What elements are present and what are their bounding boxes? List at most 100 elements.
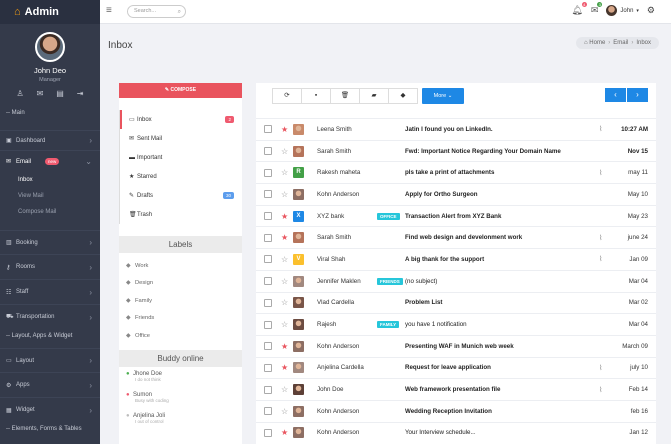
email-row[interactable]: ★ X XYZ bank OFFICE Transaction Alert from X…: [256, 204, 656, 227]
sidebar-item-email[interactable]: ✉ Email new ⌄: [0, 151, 100, 172]
email-row[interactable]: ☆ Sarah Smith Fwd: Important Notice Regard…: [256, 139, 656, 162]
user-icon[interactable]: ♙: [16, 89, 23, 98]
mail-icon[interactable]: ✉: [37, 89, 44, 98]
email-row[interactable]: ☆ Jennifer Maklen FRIENDS (no subject) Mar 0…: [256, 269, 656, 292]
sidebar-item-dashboard[interactable]: ▣ Dashboard ›: [0, 130, 100, 151]
sidebar-item-apps[interactable]: ⚙ Apps ›: [0, 373, 100, 398]
select-checkbox[interactable]: [264, 298, 272, 307]
tag-icon: ◆: [126, 262, 131, 269]
email-row[interactable]: ★ Leena Smith Jatin I found you on LinkedI…: [256, 118, 656, 140]
star-icon[interactable]: ☆: [281, 190, 293, 199]
select-checkbox[interactable]: [264, 428, 272, 437]
sidebar-item-booking[interactable]: ▥ Booking ›: [0, 231, 100, 255]
folder-important[interactable]: ▬ Important: [120, 148, 242, 167]
chat-icon[interactable]: ▤: [56, 89, 64, 98]
sidebar-item-transportation[interactable]: ⛟ Transportation ›: [0, 305, 100, 329]
select-checkbox[interactable]: [264, 147, 272, 156]
folder-starred[interactable]: ★ Starred: [120, 167, 242, 186]
brand[interactable]: ⌂ Admin: [0, 0, 100, 24]
email-row[interactable]: ☆ Rajesh FAMILY you have 1 notification Mar …: [256, 313, 656, 335]
label-work[interactable]: ◆ Work: [119, 257, 242, 275]
select-checkbox[interactable]: [264, 320, 272, 329]
sidebar-item-label: Dashboard: [16, 137, 46, 144]
email-row[interactable]: ☆ Kohn Anderson Wedding Reception Invitati…: [256, 399, 656, 422]
label-family[interactable]: ◆ Family: [119, 292, 242, 310]
select-checkbox[interactable]: [264, 363, 272, 372]
delete-button[interactable]: 🗑︎: [330, 88, 360, 104]
sidebar-item-layout[interactable]: ▭ Layout ›: [0, 349, 100, 373]
star-icon[interactable]: ★: [281, 428, 293, 437]
compose-button[interactable]: ✎ COMPOSE: [119, 83, 242, 98]
logout-icon[interactable]: ⇥: [77, 89, 84, 98]
sidebar-subitem-view-mail[interactable]: View Mail: [0, 188, 100, 204]
mail-icon[interactable]: ✉ 3: [591, 2, 603, 16]
star-icon[interactable]: ★: [281, 125, 293, 134]
more-dropdown-button[interactable]: More ⌄: [422, 88, 464, 104]
breadcrumb-home[interactable]: Home: [589, 40, 605, 46]
email-row[interactable]: ☆ Vlad Cardella Problem List Mar 02: [256, 291, 656, 314]
buddy-item[interactable]: ● Jhone Doe I do not think: [119, 367, 242, 388]
folder-drafts[interactable]: ✎ Drafts 30: [120, 186, 242, 205]
star-icon[interactable]: ☆: [281, 320, 293, 329]
select-checkbox[interactable]: [264, 342, 272, 351]
select-checkbox[interactable]: [264, 125, 272, 134]
tag-button[interactable]: ◆: [388, 88, 418, 104]
select-checkbox[interactable]: [264, 407, 272, 416]
email-row[interactable]: ★ Anjelina Cardella Request for leave appl…: [256, 356, 656, 379]
star-icon[interactable]: ★: [281, 233, 293, 242]
move-folder-button[interactable]: ▰: [359, 88, 389, 104]
folder-inbox[interactable]: ▭ Inbox 2: [120, 110, 242, 129]
email-row[interactable]: ☆ R Rakesh maheta pls take a print of attac…: [256, 161, 656, 183]
label-friends[interactable]: ◆ Friends: [119, 310, 242, 328]
building-icon: ▥: [6, 240, 12, 246]
star-icon[interactable]: ☆: [281, 147, 293, 156]
bell-icon[interactable]: 🔔︎ 4: [571, 2, 587, 16]
star-icon[interactable]: ☆: [281, 255, 293, 264]
archive-button[interactable]: ▪: [301, 88, 331, 104]
gear-icon[interactable]: ⚙: [647, 5, 655, 16]
folder-icon: ▰: [371, 92, 377, 99]
star-icon[interactable]: ★: [281, 363, 293, 372]
email-row[interactable]: ★ Kohn Anderson Presenting WAF in Munich w…: [256, 334, 656, 357]
avatar[interactable]: [35, 32, 65, 62]
select-checkbox[interactable]: [264, 212, 272, 221]
search-icon[interactable]: ⌕: [178, 7, 181, 18]
buddy-item[interactable]: ● Sumon Busy with coding: [119, 388, 242, 409]
star-icon[interactable]: ★: [281, 342, 293, 351]
refresh-button[interactable]: ⟳: [272, 88, 302, 104]
email-row[interactable]: ★ Kohn Anderson Your Interview schedule...…: [256, 421, 656, 444]
sidebar-item-staff[interactable]: ☷ Staff ›: [0, 280, 100, 305]
email-row[interactable]: ☆ V Viral Shah A big thank for the support ⌇…: [256, 248, 656, 270]
star-icon[interactable]: ☆: [281, 385, 293, 394]
label-office[interactable]: ◆ Office: [119, 327, 242, 345]
email-subject: Find web design and develonment work: [405, 234, 523, 242]
folder-trash[interactable]: 🗑︎ Trash: [120, 205, 242, 224]
star-icon[interactable]: ★: [281, 212, 293, 221]
email-row[interactable]: ☆ John Doe Web framework presentation file…: [256, 378, 656, 400]
sidebar-subitem-compose-mail[interactable]: Compose Mail: [0, 204, 100, 220]
next-page-button[interactable]: ›: [627, 88, 648, 102]
email-row[interactable]: ☆ Kohn Anderson Apply for Ortho Surgeon May…: [256, 183, 656, 205]
buddy-item[interactable]: ● Anjelina Joli I out of control: [119, 409, 242, 430]
star-icon[interactable]: ☆: [281, 168, 293, 177]
star-icon[interactable]: ☆: [281, 298, 293, 307]
select-checkbox[interactable]: [264, 190, 272, 199]
email-row[interactable]: ★ Sarah Smith Find web design and develonm…: [256, 226, 656, 248]
breadcrumb-email[interactable]: Email: [613, 40, 628, 46]
label-design[interactable]: ◆ Design: [119, 275, 242, 293]
select-checkbox[interactable]: [264, 168, 272, 177]
select-checkbox[interactable]: [264, 277, 272, 286]
select-checkbox[interactable]: [264, 255, 272, 264]
select-checkbox[interactable]: [264, 385, 272, 394]
star-icon[interactable]: ☆: [281, 277, 293, 286]
sidebar-item-rooms[interactable]: ⚷ Rooms ›: [0, 255, 100, 280]
prev-page-button[interactable]: ‹: [605, 88, 626, 102]
star-icon[interactable]: ☆: [281, 407, 293, 416]
select-checkbox[interactable]: [264, 233, 272, 242]
folder-sent[interactable]: ✉ Sent Mail: [120, 129, 242, 148]
sidebar-item-widget[interactable]: ▦ Widget ›: [0, 398, 100, 422]
search-input[interactable]: Search... ⌕: [127, 5, 186, 18]
sidebar-subitem-inbox[interactable]: Inbox: [0, 172, 100, 188]
user-menu[interactable]: John ▾: [606, 5, 639, 16]
hamburger-menu-icon[interactable]: ≡: [106, 5, 112, 16]
